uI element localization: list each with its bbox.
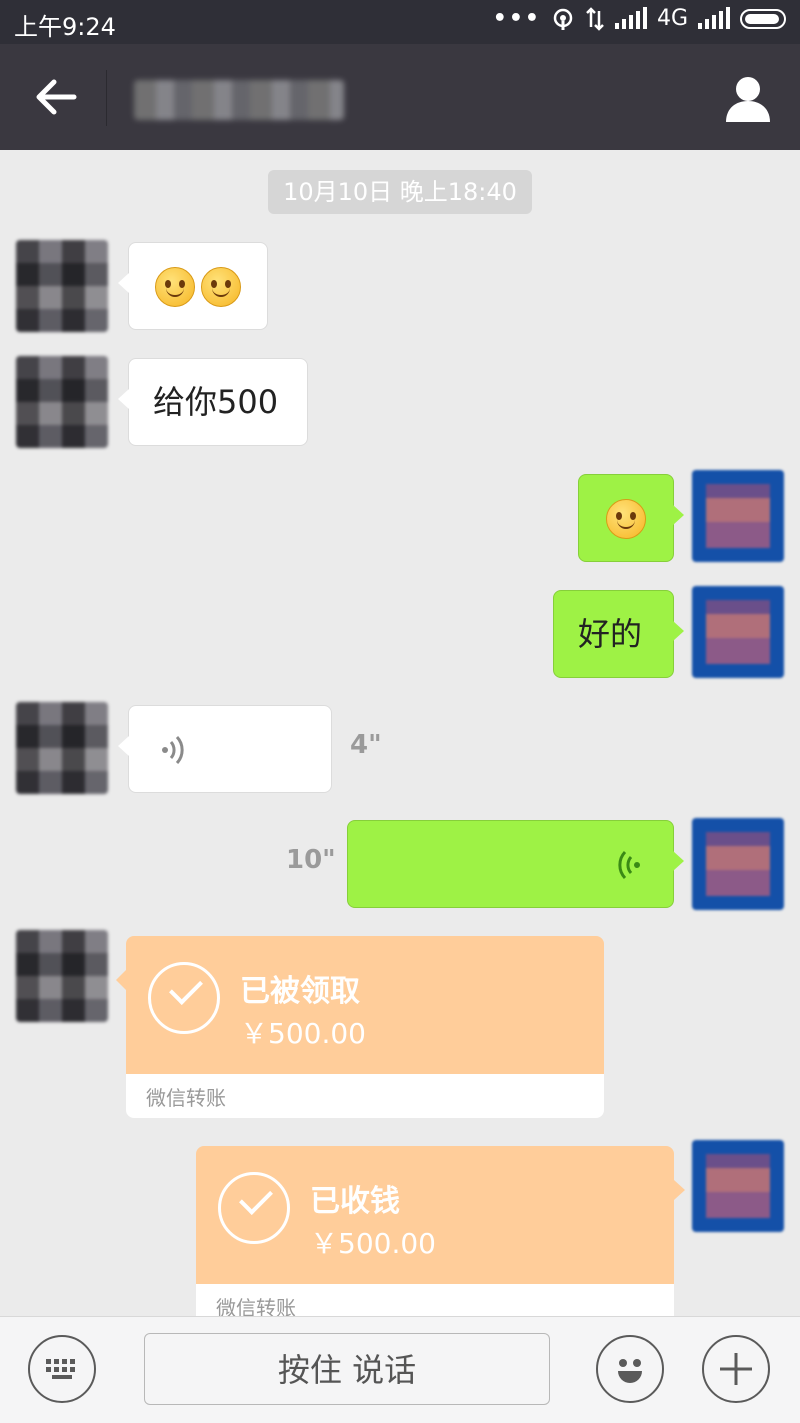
message-bubble-text[interactable]: 给你500 — [118, 358, 308, 446]
transfer-amount: ￥500.00 — [310, 1227, 436, 1260]
transfer-source: 微信转账 — [216, 1296, 296, 1316]
message-bubble-emoji[interactable] — [118, 242, 268, 330]
checkmark-circle-icon — [148, 962, 220, 1034]
hold-to-talk-button[interactable]: 按住 说话 — [144, 1333, 550, 1405]
message-bubble-text[interactable]: 好的 — [553, 590, 684, 678]
emoji-pair — [155, 267, 241, 307]
transfer-status: 已收钱 — [310, 1184, 400, 1219]
voice-wave-icon — [162, 735, 184, 765]
message-bubble-emoji[interactable] — [578, 474, 684, 562]
chat-title-blurred — [134, 80, 344, 120]
voice-duration: 10" — [286, 845, 336, 875]
transfer-amount: ￥500.00 — [240, 1017, 366, 1050]
emoji-button[interactable] — [596, 1335, 664, 1403]
voice-duration: 4" — [350, 730, 382, 760]
more-dots-icon: ••• — [492, 6, 541, 31]
status-time: 上午9:24 — [14, 13, 116, 41]
contact-avatar[interactable] — [16, 702, 108, 794]
transfer-card[interactable]: 已收钱 ￥500.00 微信转账 — [196, 1146, 674, 1316]
message-text: 好的 — [578, 615, 643, 653]
contact-avatar[interactable] — [16, 240, 108, 332]
transfer-card-tail — [674, 1180, 685, 1200]
transfer-status: 已被领取 — [240, 974, 360, 1009]
my-avatar[interactable] — [692, 586, 784, 678]
my-avatar[interactable] — [692, 1140, 784, 1232]
battery-icon — [740, 8, 786, 29]
keyboard-icon — [46, 1359, 75, 1379]
chat-header — [0, 44, 800, 150]
signal-icon-2 — [698, 6, 730, 29]
status-bar: 上午9:24 ••• 4G — [0, 0, 800, 44]
header-divider — [106, 70, 107, 126]
data-transfer-icon — [586, 6, 604, 31]
contact-avatar[interactable] — [16, 930, 108, 1022]
network-type: 4G — [656, 6, 688, 31]
plus-icon — [720, 1353, 752, 1385]
more-actions-button[interactable] — [702, 1335, 770, 1403]
signal-icon — [614, 6, 647, 29]
voice-message-bubble[interactable] — [347, 820, 684, 908]
my-avatar[interactable] — [692, 818, 784, 910]
person-icon[interactable] — [724, 74, 772, 124]
smile-emoji-icon — [155, 267, 195, 307]
input-bar: 按住 说话 — [0, 1316, 800, 1423]
status-icons: ••• 4G — [493, 6, 786, 31]
smile-emoji-icon — [606, 499, 646, 539]
smile-emoji-icon — [201, 267, 241, 307]
my-avatar[interactable] — [692, 470, 784, 562]
voice-message-bubble[interactable] — [118, 705, 332, 793]
smiley-icon — [618, 1359, 642, 1383]
voice-wave-icon — [618, 850, 640, 880]
back-arrow-icon[interactable] — [30, 74, 80, 120]
message-text: 给你500 — [153, 383, 279, 421]
transfer-source: 微信转账 — [146, 1086, 226, 1110]
keyboard-toggle-button[interactable] — [28, 1335, 96, 1403]
contact-avatar[interactable] — [16, 356, 108, 448]
transfer-card[interactable]: 已被领取 ￥500.00 微信转账 — [116, 936, 604, 1118]
checkmark-circle-icon — [218, 1172, 290, 1244]
message-timestamp: 10月10日 晚上18:40 — [268, 170, 532, 214]
hotspot-icon — [553, 8, 573, 30]
